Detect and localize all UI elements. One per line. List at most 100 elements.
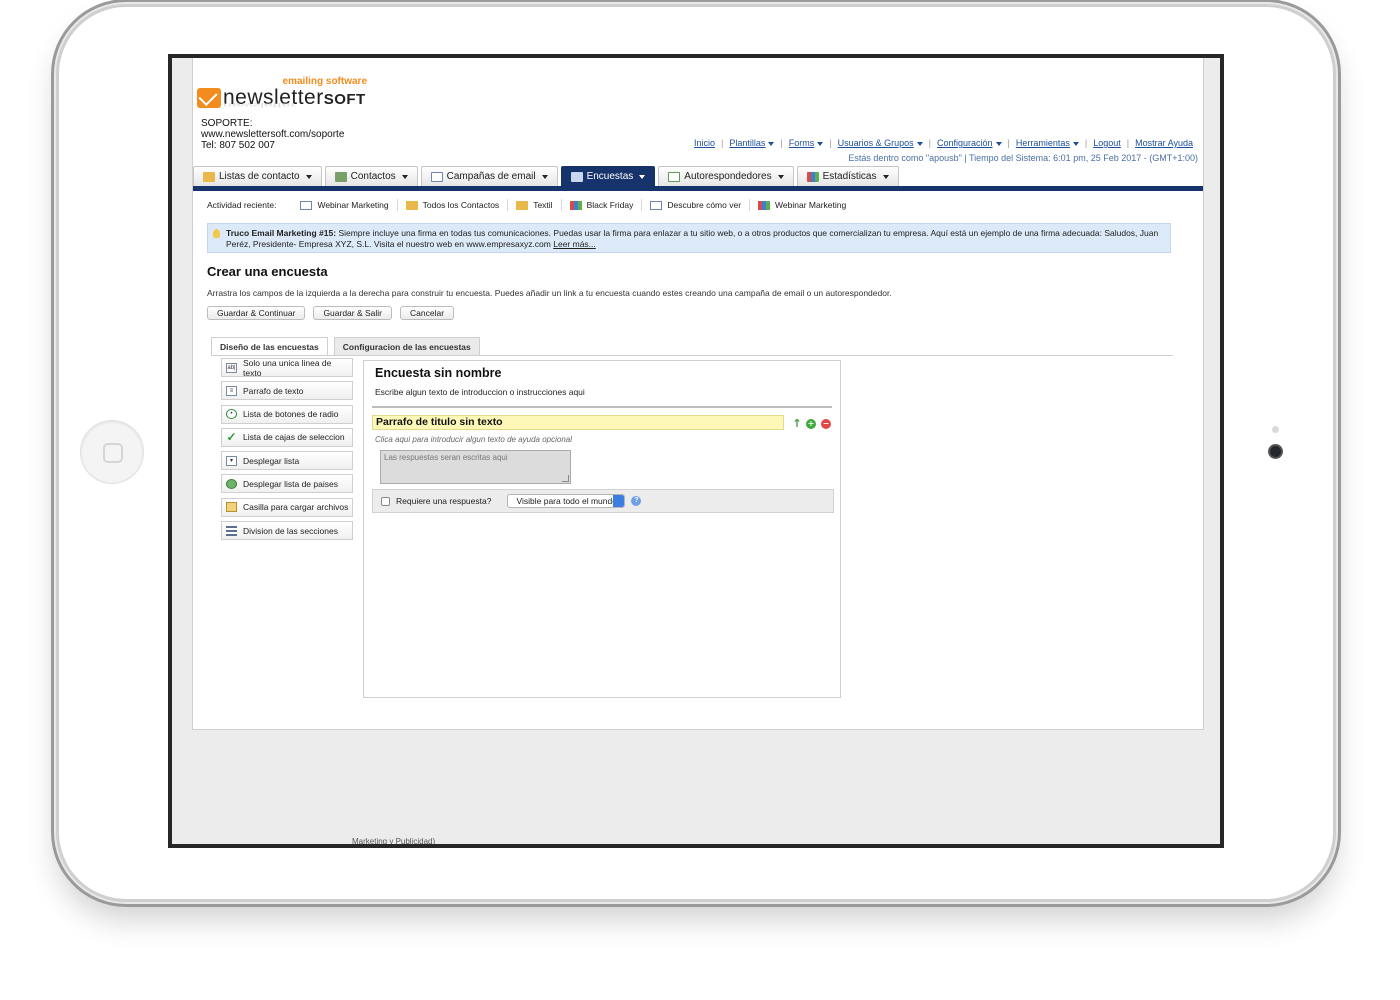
home-square-icon bbox=[103, 443, 123, 463]
envelope-icon bbox=[300, 200, 313, 210]
chevron-down-icon bbox=[882, 174, 889, 179]
recent-item[interactable]: Black Friday bbox=[562, 199, 643, 211]
brand-reflection: newsletter bbox=[223, 101, 296, 108]
page-title: Crear una encuesta bbox=[207, 264, 328, 279]
home-button[interactable] bbox=[80, 420, 144, 484]
lists-icon bbox=[203, 171, 215, 182]
question-title-input[interactable]: Parrafo de titulo sin texto bbox=[372, 415, 784, 430]
topnav-herramientas[interactable]: Herramientas bbox=[1016, 138, 1070, 148]
upload-icon bbox=[226, 502, 237, 513]
topnav-inicio[interactable]: Inicio bbox=[694, 138, 715, 148]
chevron-down-icon bbox=[777, 174, 784, 179]
topnav-usuarios[interactable]: Usuarios & Grupos bbox=[838, 138, 914, 148]
page-description: Arrastra los campos de la izquierda a la… bbox=[207, 288, 892, 298]
chevron-down-icon bbox=[916, 141, 923, 146]
recent-item[interactable]: Descubre cómo ver bbox=[642, 199, 751, 211]
app-window: emailing software newsletterSOFT newslet… bbox=[192, 58, 1204, 730]
tablet-screen: emailing software newsletterSOFT newslet… bbox=[168, 54, 1224, 848]
brand-logo[interactable]: emailing software newsletterSOFT newslet… bbox=[197, 76, 397, 120]
support-info: SOPORTE: www.newslettersoft.com/soporte … bbox=[201, 118, 344, 151]
question-help-text[interactable]: Clica aqui para introducir algun texto d… bbox=[375, 435, 572, 444]
field-country-dropdown[interactable]: Desplegar lista de paises bbox=[221, 474, 353, 494]
recent-activity: Actividad reciente: Webinar Marketing To… bbox=[207, 198, 854, 212]
field-single-line-text[interactable]: ab| Solo una unica linea de texto bbox=[221, 358, 353, 378]
chevron-down-icon bbox=[995, 141, 1002, 146]
survey-subtabs: Diseño de las encuestas Configuracion de… bbox=[211, 337, 480, 356]
paragraph-icon: ≡ bbox=[226, 385, 237, 396]
sensor-dot bbox=[1272, 426, 1279, 433]
support-phone: Tel: 807 502 007 bbox=[201, 140, 275, 151]
tab-estadisticas[interactable]: Estadísticas bbox=[796, 166, 899, 186]
topnav-forms[interactable]: Forms bbox=[789, 138, 815, 148]
contacts-icon bbox=[334, 171, 347, 182]
save-exit-button[interactable]: Guardar & Salir bbox=[313, 306, 393, 320]
tab-autorespondedores[interactable]: Autorespondedores bbox=[658, 166, 794, 186]
autoresponder-icon bbox=[668, 171, 681, 182]
select-arrow-icon bbox=[613, 495, 625, 507]
ghost-text: Marketing y Publicidad) bbox=[352, 837, 436, 846]
tip-text: Siempre incluye una firma en todas tus c… bbox=[226, 228, 1159, 249]
cancel-button[interactable]: Cancelar bbox=[400, 306, 455, 320]
tab-listas-de-contacto[interactable]: Listas de contacto bbox=[193, 166, 322, 186]
tip-read-more-link[interactable]: Leer más... bbox=[553, 239, 596, 249]
top-nav: Inicio | Plantillas | Forms | Usuarios & Grupo… bbox=[694, 138, 1193, 148]
checkmark-icon: ✓ bbox=[226, 430, 237, 445]
tab-contactos[interactable]: Contactos bbox=[324, 166, 418, 186]
chart-icon bbox=[758, 200, 771, 210]
topnav-configuracion[interactable]: Configuración bbox=[937, 138, 993, 148]
field-dropdown-list[interactable]: ▾ Desplegar lista bbox=[221, 451, 353, 471]
chart-icon bbox=[569, 200, 582, 210]
session-status: Estás dentro como "apousb" | Tiempo del … bbox=[848, 153, 1198, 163]
topnav-mostrar-ayuda[interactable]: Mostrar Ayuda bbox=[1135, 138, 1193, 148]
tab-campanas-de-email[interactable]: Campañas de email bbox=[420, 166, 558, 186]
chevron-down-icon bbox=[639, 174, 646, 179]
required-label: Requiere una respuesta? bbox=[396, 496, 492, 506]
recent-label: Actividad reciente: bbox=[207, 200, 277, 210]
field-checkbox-list[interactable]: ✓ Lista de cajas de seleccion bbox=[221, 427, 353, 447]
action-buttons: Guardar & Continuar Guardar & Salir Canc… bbox=[207, 306, 455, 320]
field-radio-list[interactable]: • Lista de botones de radio bbox=[221, 404, 353, 424]
field-section-divider[interactable]: Division de las secciones bbox=[221, 521, 353, 541]
globe-icon bbox=[226, 478, 237, 489]
canvas-divider bbox=[372, 406, 832, 408]
support-label: SOPORTE: bbox=[201, 118, 253, 129]
tab-survey-design[interactable]: Diseño de las encuestas bbox=[211, 337, 328, 356]
survey-title[interactable]: Encuesta sin nombre bbox=[375, 366, 501, 380]
lightbulb-icon bbox=[213, 229, 220, 238]
envelope-logo-icon bbox=[197, 88, 221, 108]
help-icon[interactable]: ? bbox=[631, 496, 642, 506]
survey-intro[interactable]: Escribe algun texto de introduccion o in… bbox=[375, 387, 585, 397]
radio-button-icon: • bbox=[226, 409, 237, 420]
text-field-icon: ab| bbox=[226, 362, 237, 373]
envelope-icon bbox=[430, 171, 443, 182]
topnav-plantillas[interactable]: Plantillas bbox=[729, 138, 765, 148]
recent-item[interactable]: Todos los Contactos bbox=[398, 199, 509, 211]
remove-icon[interactable]: − bbox=[821, 419, 831, 429]
subtab-divider bbox=[211, 355, 1173, 356]
topnav-logout[interactable]: Logout bbox=[1093, 138, 1121, 148]
lists-icon bbox=[405, 200, 418, 210]
add-icon[interactable]: + bbox=[806, 419, 816, 429]
recent-item[interactable]: Textil bbox=[508, 199, 562, 211]
chart-icon bbox=[806, 171, 819, 182]
support-url[interactable]: www.newslettersoft.com/soporte bbox=[201, 129, 344, 140]
tab-survey-settings[interactable]: Configuracion de las encuestas bbox=[333, 337, 480, 355]
save-continue-button[interactable]: Guardar & Continuar bbox=[207, 306, 306, 320]
tab-encuestas[interactable]: Encuestas bbox=[560, 166, 656, 186]
envelope-icon bbox=[650, 200, 663, 210]
field-palette: ab| Solo una unica linea de texto ≡ Parraf… bbox=[221, 358, 353, 544]
chevron-down-icon bbox=[541, 174, 548, 179]
field-paragraph-text[interactable]: ≡ Parrafo de texto bbox=[221, 381, 353, 401]
lists-icon bbox=[516, 200, 529, 210]
camera-lens bbox=[1268, 444, 1283, 459]
answer-textarea[interactable]: Las respuestas seran escritas aqui bbox=[380, 450, 571, 484]
chevron-down-icon bbox=[1072, 141, 1079, 146]
recent-item[interactable]: Webinar Marketing bbox=[292, 199, 398, 211]
tip-title: Truco Email Marketing #15: bbox=[226, 228, 337, 238]
dropdown-icon: ▾ bbox=[226, 455, 237, 466]
visibility-select[interactable]: Visible para todo el mundo bbox=[507, 494, 626, 508]
field-file-upload[interactable]: Casilla para cargar archivos bbox=[221, 497, 353, 517]
move-up-icon[interactable]: ↑ bbox=[792, 418, 802, 429]
recent-item[interactable]: Webinar Marketing bbox=[750, 199, 854, 211]
required-checkbox[interactable] bbox=[381, 496, 390, 506]
